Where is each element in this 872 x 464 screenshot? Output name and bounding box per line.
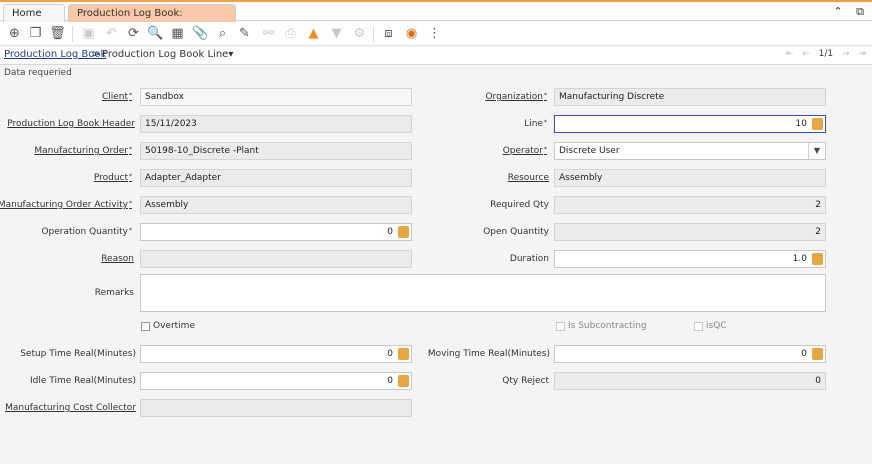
organization-label[interactable]: Organization* (485, 92, 547, 102)
client-field[interactable]: Sandbox (140, 88, 412, 106)
checkbox-box[interactable] (141, 321, 150, 331)
workflow-icon[interactable]: ⧈ (380, 25, 397, 42)
parent-record-icon[interactable]: ▲ (305, 25, 322, 42)
resource-label[interactable]: Resource (508, 173, 549, 183)
isqc-checkbox[interactable]: isQC (694, 321, 727, 331)
activity-field[interactable]: Assembly (140, 196, 412, 214)
attachment-icon[interactable]: 📎 (192, 25, 209, 42)
required-qty-label: Required Qty (490, 200, 549, 210)
first-record-icon[interactable]: ⇤ (786, 49, 794, 59)
tab-home[interactable]: Home (86) (3, 4, 65, 36)
copy-record-icon[interactable]: ❐ (27, 25, 44, 42)
toolbar: ⊕ ❐ 🗑 ▣ ↶ ⟳ 🔍 ▦ 📎 ⌕ ✎ ⚯ ⎙ ▲ ▼ ⚙ ⧈ ◉ ⋮ (0, 22, 872, 46)
organization-field[interactable]: Manufacturing Discrete (554, 88, 826, 106)
subcontracting-checkbox[interactable]: Is Subcontracting (556, 321, 647, 331)
product-field[interactable]: Adapter_Adapter (140, 169, 412, 187)
mfg-order-label[interactable]: Manufacturing Order* (34, 146, 132, 156)
operator-label[interactable]: Operator* (503, 146, 547, 156)
find-icon[interactable]: 🔍 (147, 25, 164, 42)
refresh-icon[interactable]: ⟳ (125, 25, 142, 42)
zoom-icon[interactable]: ⌕ (214, 25, 231, 42)
line-label: Line* (524, 119, 547, 129)
remarks-label: Remarks (94, 288, 134, 298)
breadcrumb-current[interactable]: Production Log Book Line▾ (102, 49, 233, 60)
qty-reject-label: Qty Reject (502, 376, 549, 386)
open-qty-field[interactable]: 2 (554, 223, 826, 241)
previous-record-icon[interactable]: ← (802, 49, 810, 59)
status-message: Data requeried (4, 68, 72, 78)
idle-time-label: Idle Time Real(Minutes) (29, 376, 136, 386)
duration-field[interactable]: 1.0 (554, 250, 826, 268)
page-indicator: 1/1 (818, 49, 834, 59)
grid-toggle-icon[interactable]: ▦ (169, 25, 186, 42)
calculator-icon[interactable] (398, 348, 409, 360)
detail-record-icon[interactable]: ▼ (328, 25, 345, 42)
idle-time-field[interactable]: 0 (140, 372, 412, 390)
line-field[interactable]: 10 (554, 115, 826, 133)
qty-reject-field[interactable]: 0 (554, 372, 826, 390)
duration-label: Duration (509, 254, 549, 264)
tab-production-log-book[interactable]: Production Log Book: 1000018✖ (68, 4, 236, 36)
calculator-icon[interactable] (812, 118, 823, 130)
moving-time-label: Moving Time Real(Minutes) (427, 349, 550, 359)
calculator-icon[interactable] (398, 226, 409, 238)
operation-qty-field[interactable]: 0 (140, 223, 412, 241)
breadcrumb-parent-link[interactable]: Production Log Book (4, 49, 106, 60)
save-icon[interactable]: ▣ (80, 25, 97, 42)
client-label[interactable]: Client* (102, 92, 132, 102)
header-field[interactable]: 15/11/2023 (140, 115, 412, 133)
calculator-icon[interactable] (812, 348, 823, 360)
moving-time-field[interactable]: 0 (554, 345, 826, 363)
breadcrumb-separator: > (92, 49, 101, 60)
setup-time-label: Setup Time Real(Minutes) (20, 349, 136, 359)
chat-icon[interactable]: ⚯ (260, 25, 277, 42)
header-label[interactable]: Production Log Book Header (7, 119, 135, 129)
setup-time-field[interactable]: 0 (140, 345, 412, 363)
product-label[interactable]: Product* (94, 173, 132, 183)
breadcrumb: Production Log Book > Production Log Boo… (0, 47, 872, 65)
chevron-down-icon[interactable]: ▼ (808, 143, 825, 159)
activity-label[interactable]: Manufacturing Order Activity* (0, 200, 132, 210)
reason-label[interactable]: Reason (101, 254, 134, 264)
undo-icon[interactable]: ↶ (103, 25, 120, 42)
remarks-textarea[interactable] (140, 274, 826, 312)
new-record-icon[interactable]: ⊕ (6, 25, 23, 42)
next-record-icon[interactable]: → (842, 49, 850, 59)
cost-collector-label[interactable]: Manufacturing Cost Collector (5, 403, 136, 413)
required-qty-field[interactable]: 2 (554, 196, 826, 214)
record-navigation: ⇤ ← 1/1 → ⇥ (780, 49, 866, 59)
tab-bar: Home (86) Production Log Book: 1000018✖ … (0, 0, 872, 36)
delete-icon[interactable]: 🗑 (49, 25, 66, 42)
cost-collector-field[interactable] (140, 399, 412, 417)
mfg-order-field[interactable]: 50198-10_Discrete -Plant (140, 142, 412, 160)
process-icon[interactable]: ⚙ (351, 25, 368, 42)
resource-field[interactable]: Assembly (554, 169, 826, 187)
report-icon[interactable]: ◉ (403, 25, 420, 42)
more-icon[interactable]: ⋮ (426, 25, 443, 42)
reason-field[interactable] (140, 250, 412, 268)
operation-qty-label: Operation Quantity* (41, 227, 132, 237)
notes-icon[interactable]: ✎ (236, 25, 253, 42)
operator-select[interactable]: Discrete User ▼ (554, 142, 826, 160)
new-window-icon[interactable]: ⧉ (856, 5, 864, 18)
open-qty-label: Open Quantity (483, 227, 549, 237)
last-record-icon[interactable]: ⇥ (858, 49, 866, 59)
calculator-icon[interactable] (398, 375, 409, 387)
collapse-icon[interactable]: ⌃ (833, 5, 842, 18)
print-icon[interactable]: ⎙ (282, 25, 299, 42)
overtime-checkbox[interactable]: Overtime (141, 321, 195, 331)
calculator-icon[interactable] (812, 253, 823, 265)
checkbox-box[interactable] (556, 321, 565, 331)
checkbox-box[interactable] (694, 321, 703, 331)
